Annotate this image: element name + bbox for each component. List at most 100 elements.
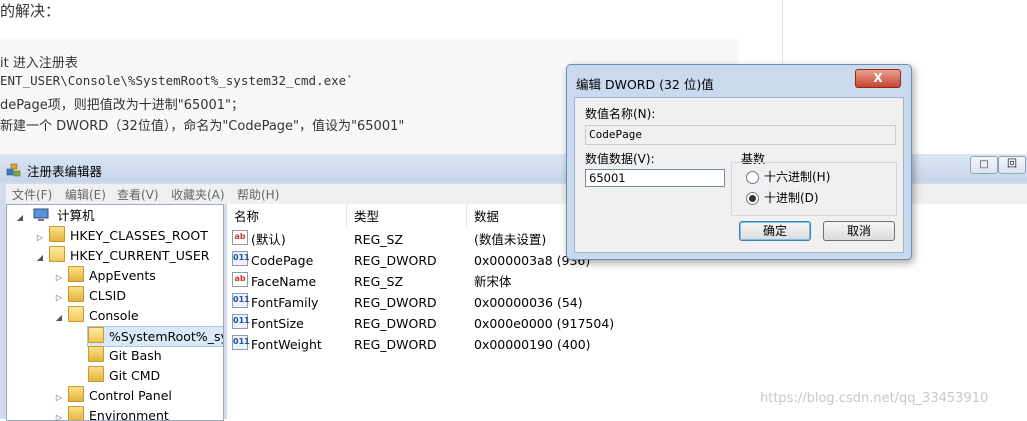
tree-item-label: 计算机 xyxy=(56,208,95,223)
folder-open-icon xyxy=(88,327,104,343)
tree-item-label: Git CMD xyxy=(109,368,161,383)
menu-edit[interactable]: 编辑(E) xyxy=(65,186,106,203)
expand-right-icon[interactable]: ▷ xyxy=(54,388,64,408)
table-row[interactable]: ab FaceName REG_SZ 新宋体 xyxy=(227,272,1027,292)
value-name: FaceName xyxy=(251,274,317,289)
value-name: FontSize xyxy=(251,316,304,331)
expand-down-icon[interactable]: ◢ xyxy=(35,248,45,268)
decimal-radio-label[interactable]: 十进制(D) xyxy=(764,189,819,206)
folder-open-icon xyxy=(49,246,65,262)
folder-icon xyxy=(68,266,84,282)
dialog-title: 编辑 DWORD (32 位)值 xyxy=(576,77,714,92)
maximize-button[interactable]: 回 xyxy=(998,156,1026,174)
tree-item-label: Console xyxy=(89,308,139,323)
value-data-input[interactable] xyxy=(585,169,725,187)
expand-down-icon[interactable]: ◢ xyxy=(15,208,25,228)
tree-item-hkcr[interactable]: ▷ HKEY_CLASSES_ROOT xyxy=(35,226,208,246)
tree-item-label: AppEvents xyxy=(89,268,156,283)
tree-item-control-panel[interactable]: ▷ Control Panel xyxy=(54,386,172,406)
value-type: REG_DWORD xyxy=(354,253,437,268)
column-divider[interactable] xyxy=(346,204,347,228)
expand-right-icon[interactable]: ▷ xyxy=(54,288,64,308)
folder-icon xyxy=(88,346,104,362)
column-header-data[interactable]: 数据 xyxy=(474,206,499,225)
value-data: 0x00000190 (400) xyxy=(474,337,591,352)
binary-value-icon: 011 xyxy=(232,251,250,266)
folder-icon xyxy=(68,286,84,302)
table-row[interactable]: 011 FontSize REG_DWORD 0x000e0000 (91750… xyxy=(227,314,1027,334)
folder-open-icon xyxy=(68,306,84,322)
table-row[interactable]: 011 FontFamily REG_DWORD 0x00000036 (54) xyxy=(227,293,1027,313)
table-row[interactable]: 011 FontWeight REG_DWORD 0x00000190 (400… xyxy=(227,335,1027,355)
column-header-name[interactable]: 名称 xyxy=(234,206,259,225)
tree-item-console[interactable]: ◢ Console xyxy=(54,306,139,326)
tree-item-label: HKEY_CURRENT_USER xyxy=(70,248,210,263)
cancel-button[interactable]: 取消 xyxy=(823,221,895,241)
decimal-radio[interactable] xyxy=(746,192,759,205)
string-value-icon: ab xyxy=(232,230,248,245)
edit-dword-dialog: 编辑 DWORD (32 位)值 X 数值名称(N): CodePage 数值数… xyxy=(566,64,912,260)
code-line: 新建一个 DWORD（32位值），命名为"CodePage"，值设为"65001… xyxy=(0,119,405,134)
computer-icon xyxy=(33,208,49,221)
string-value-icon: ab xyxy=(232,272,248,287)
value-data: 0x00000036 (54) xyxy=(474,295,583,310)
binary-value-icon: 011 xyxy=(232,335,250,350)
column-divider[interactable] xyxy=(466,204,467,228)
expand-down-icon[interactable]: ◢ xyxy=(54,308,64,328)
binary-value-icon: 011 xyxy=(232,314,250,329)
value-data: 新宋体 xyxy=(474,274,512,289)
value-name-label: 数值名称(N): xyxy=(585,107,656,121)
watermark: https://blog.csdn.net/qq_33453910 xyxy=(760,391,989,406)
hex-radio[interactable] xyxy=(746,171,759,184)
article-heading: 的解决： xyxy=(0,2,61,20)
value-data-label: 数值数据(V): xyxy=(585,152,655,166)
tree-item-computer[interactable]: ◢ 计算机 xyxy=(15,206,95,228)
expand-right-icon[interactable]: ▷ xyxy=(35,228,45,248)
value-data: (数值未设置) xyxy=(474,232,547,247)
value-name: FontWeight xyxy=(251,337,322,352)
menu-file[interactable]: 文件(F) xyxy=(12,186,52,203)
hex-radio-label[interactable]: 十六进制(H) xyxy=(764,168,830,185)
folder-icon xyxy=(68,386,84,402)
column-header-type[interactable]: 类型 xyxy=(354,206,379,225)
window-title: 注册表编辑器 xyxy=(27,164,103,179)
value-type: REG_DWORD xyxy=(354,337,437,352)
key-tree[interactable]: ◢ 计算机 ▷ HKEY_CLASSES_ROOT ◢ HKEY_CURRENT_U… xyxy=(6,204,224,421)
menu-help[interactable]: 帮助(H) xyxy=(237,186,279,203)
value-name: FontFamily xyxy=(251,295,319,310)
close-button[interactable]: X xyxy=(855,69,901,88)
tree-item-systemroot[interactable]: %SystemRoot%_sys xyxy=(87,326,224,347)
expand-right-icon[interactable]: ▷ xyxy=(54,408,64,420)
regedit-app-icon xyxy=(6,163,21,177)
value-type: REG_DWORD xyxy=(354,295,437,310)
menu-view[interactable]: 查看(V) xyxy=(117,186,159,203)
tree-item-label: HKEY_CLASSES_ROOT xyxy=(70,228,208,243)
tree-item-label: CLSID xyxy=(89,288,126,303)
tree-item-label: Control Panel xyxy=(89,388,172,403)
value-type: REG_SZ xyxy=(354,232,404,247)
folder-icon xyxy=(49,226,65,242)
base-group: 十六进制(H) 十进制(D) xyxy=(731,162,897,216)
tree-item-git-cmd[interactable]: Git CMD xyxy=(88,366,160,386)
value-data: 0x000e0000 (917504) xyxy=(474,316,615,331)
dialog-body: 数值名称(N): CodePage 数值数据(V): 基数 十六进制(H) 十进… xyxy=(574,97,904,253)
tree-item-clsid[interactable]: ▷ CLSID xyxy=(54,286,126,306)
value-name: CodePage xyxy=(251,253,314,268)
menu-favorites[interactable]: 收藏夹(A) xyxy=(171,186,225,203)
tree-item-label: Environment xyxy=(89,408,169,421)
value-type: REG_DWORD xyxy=(354,316,437,331)
ok-button[interactable]: 确定 xyxy=(739,221,811,241)
code-line: it 进入注册表 xyxy=(0,56,78,71)
value-name: (默认) xyxy=(251,232,286,247)
value-name-field: CodePage xyxy=(585,125,896,145)
tree-item-git-bash[interactable]: Git Bash xyxy=(88,346,162,366)
tree-item-label: %SystemRoot%_sys xyxy=(109,329,224,344)
value-type: REG_SZ xyxy=(354,274,404,289)
minimize-button[interactable]: □ xyxy=(970,156,998,174)
expand-right-icon[interactable]: ▷ xyxy=(54,268,64,288)
code-line: ENT_USER\Console\%SystemRoot%_system32_c… xyxy=(0,73,354,88)
tree-item-hkcu[interactable]: ◢ HKEY_CURRENT_USER xyxy=(35,246,209,266)
tree-item-appevents[interactable]: ▷ AppEvents xyxy=(54,266,156,286)
code-line: dePage项，则把值改为十进制"65001"； xyxy=(0,98,245,113)
binary-value-icon: 011 xyxy=(232,293,250,308)
